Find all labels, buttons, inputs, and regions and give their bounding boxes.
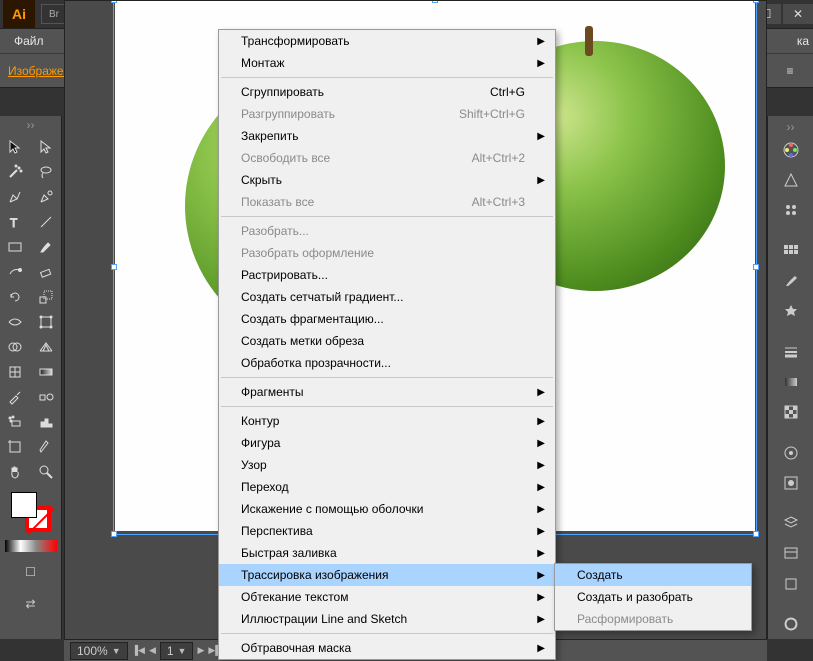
nav-prev-icon[interactable]: ◀ [149,645,156,656]
artboard-tool[interactable] [0,434,30,459]
menu-file[interactable]: Файл [4,30,54,52]
menu-item[interactable]: Узор▶ [219,454,555,476]
menu-item[interactable]: Обработка прозрачности... [219,352,555,374]
width-tool[interactable] [0,309,30,334]
lasso-tool[interactable] [31,159,61,184]
menu-item[interactable]: СгруппироватьCtrl+G [219,81,555,103]
eraser-tool[interactable] [31,259,61,284]
menu-item[interactable]: Иллюстрации Line and Sketch▶ [219,608,555,630]
app-logo: Ai [3,0,35,28]
menu-item[interactable]: Трассировка изображения▶ [219,564,555,586]
menu-item[interactable]: Закрепить▶ [219,125,555,147]
libraries-panel-icon[interactable] [774,610,808,639]
appearance-panel-icon[interactable] [774,438,808,467]
transparency-panel-icon[interactable] [774,397,808,426]
symbols-panel-icon[interactable] [774,296,808,325]
perspective-grid-tool[interactable] [31,334,61,359]
svg-text:T: T [10,216,18,230]
zoom-field[interactable]: 100%▼ [70,642,128,660]
submenu-item[interactable]: Создать [555,564,751,586]
panel-grip-icon[interactable]: ›› [787,120,795,134]
menu-item[interactable]: Создать фрагментацию... [219,308,555,330]
gradient-panel-icon[interactable] [774,367,808,396]
menu-item[interactable]: Монтаж▶ [219,52,555,74]
magic-wand-tool[interactable] [0,159,30,184]
paintbrush-tool[interactable] [31,234,61,259]
close-button[interactable]: ✕ [783,4,813,24]
color-guide-panel-icon[interactable] [774,165,808,194]
asset-export-panel-icon[interactable] [774,539,808,568]
image-trace-submenu: СоздатьСоздать и разобратьРасформировать [554,563,752,631]
mesh-tool[interactable] [0,359,30,384]
menu-item[interactable]: Фрагменты▶ [219,381,555,403]
menu-item[interactable]: Контур▶ [219,410,555,432]
menu-item[interactable]: Обтравочная маска▶ [219,637,555,659]
menu-item[interactable]: Трансформировать▶ [219,30,555,52]
blend-tool[interactable] [31,384,61,409]
menu-item[interactable]: Быстрая заливка▶ [219,542,555,564]
menu-item: Показать всеAlt+Ctrl+3 [219,191,555,213]
menu-item[interactable]: Обтекание текстом▶ [219,586,555,608]
graphic-styles-panel-icon[interactable] [774,468,808,497]
curvature-tool[interactable] [31,184,61,209]
menu-item[interactable]: Переход▶ [219,476,555,498]
gradient-tool[interactable] [31,359,61,384]
nav-next-icon[interactable]: ▶ [197,645,204,656]
tools-panel: ›› T ☐ ⇄ [0,116,62,639]
shaper-tool[interactable] [0,259,30,284]
rotate-tool[interactable] [0,284,30,309]
symbol-sprayer-tool[interactable] [0,409,30,434]
layers-panel-icon[interactable] [774,509,808,538]
column-graph-tool[interactable] [31,409,61,434]
swatches-panel-icon[interactable] [774,236,808,265]
menu-item: Освободить всеAlt+Ctrl+2 [219,147,555,169]
free-transform-tool[interactable] [31,309,61,334]
fill-stroke-swatch[interactable] [11,492,51,532]
panel-menu-icon[interactable]: ≡ [775,64,805,78]
fill-swatch[interactable] [11,492,37,518]
menu-item[interactable]: Фигура▶ [219,432,555,454]
pen-tool[interactable] [0,184,30,209]
menu-item[interactable]: Перспектива▶ [219,520,555,542]
menu-item[interactable]: Создать метки обреза [219,330,555,352]
scale-tool[interactable] [31,284,61,309]
direct-selection-tool[interactable] [31,134,61,159]
tools-grip-icon[interactable]: ›› [0,116,61,134]
stroke-panel-icon[interactable] [774,337,808,366]
line-tool[interactable] [31,209,61,234]
menu-item[interactable]: Скрыть▶ [219,169,555,191]
eyedropper-tool[interactable] [0,384,30,409]
screen-mode-normal[interactable]: ☐ [19,562,43,582]
hand-tool[interactable] [0,459,30,484]
color-mode-bar[interactable] [5,540,57,552]
menu-item[interactable]: Искажение с помощью оболочки▶ [219,498,555,520]
object-menu-dropdown: Трансформировать▶Монтаж▶ СгруппироватьCtr… [218,29,556,660]
menu-item: Разобрать оформление [219,242,555,264]
screen-mode-switch[interactable]: ⇄ [19,594,43,614]
menu-item: Разобрать... [219,220,555,242]
menu-item[interactable]: Растрировать... [219,264,555,286]
zoom-tool[interactable] [31,459,61,484]
type-tool[interactable]: T [0,209,30,234]
rectangle-tool[interactable] [0,234,30,259]
right-panels: ›› [767,116,813,639]
properties-panel-icon[interactable] [774,195,808,224]
slice-tool[interactable] [31,434,61,459]
selection-tool[interactable] [0,134,30,159]
color-panel-icon[interactable] [774,135,808,164]
menu-item: РазгруппироватьShift+Ctrl+G [219,103,555,125]
submenu-item[interactable]: Создать и разобрать [555,586,751,608]
nav-first-icon[interactable]: ▐◀ [132,645,145,656]
shape-builder-tool[interactable] [0,334,30,359]
artboard-nav-field[interactable]: 1▼ [160,642,194,660]
menu-item[interactable]: Создать сетчатый градиент... [219,286,555,308]
menu-overflow: ка [797,34,809,48]
brushes-panel-icon[interactable] [774,266,808,295]
submenu-item: Расформировать [555,608,751,630]
artboards-panel-icon[interactable] [774,569,808,598]
